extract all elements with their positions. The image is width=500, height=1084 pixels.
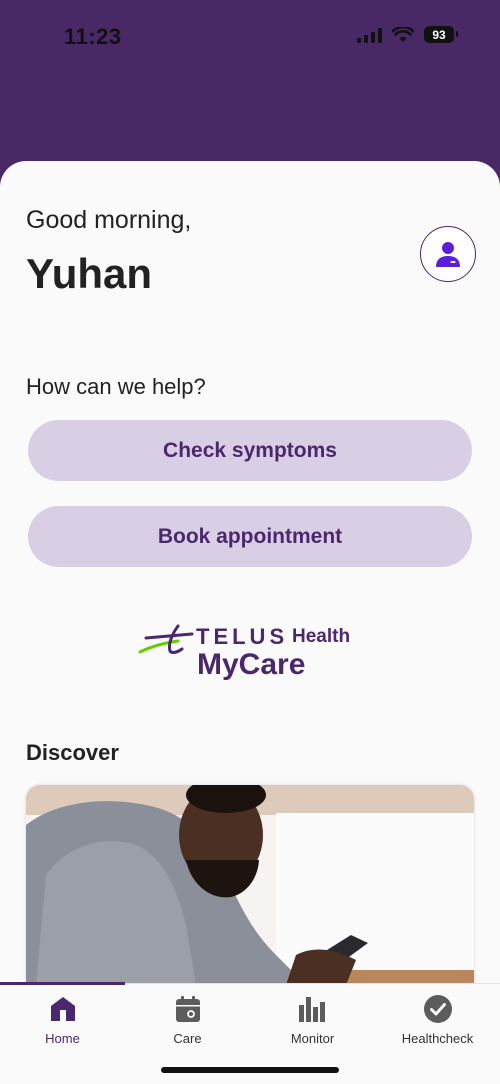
tab-healthcheck-label: Healthcheck xyxy=(401,1031,474,1046)
status-bar: 11:23 93 xyxy=(0,0,500,76)
user-name: Yuhan xyxy=(26,250,153,297)
status-icons: 93 xyxy=(357,26,458,43)
tab-home[interactable]: Home xyxy=(0,984,125,1054)
book-appointment-button[interactable]: Book appointment xyxy=(28,506,472,567)
logo-brand: TELUS xyxy=(196,624,289,649)
check-circle-icon xyxy=(423,995,452,1023)
bar-chart-icon xyxy=(298,997,325,1022)
greeting-salutation: Good morning, xyxy=(26,206,192,234)
home-icon xyxy=(50,997,75,1021)
tab-care[interactable]: Care xyxy=(125,984,250,1054)
profile-button[interactable] xyxy=(420,226,476,282)
logo-product: MyCare xyxy=(197,648,306,681)
tab-home-label: Home xyxy=(45,1031,80,1046)
discover-heading: Discover xyxy=(26,740,119,765)
telus-health-mycare-logo: TELUS Health MyCare xyxy=(138,618,368,684)
tab-monitor-label: Monitor xyxy=(290,1031,335,1046)
cellular-signal-icon xyxy=(357,27,382,43)
check-symptoms-button[interactable]: Check symptoms xyxy=(28,420,472,481)
user-icon xyxy=(436,242,460,267)
home-indicator[interactable] xyxy=(161,1067,339,1073)
tab-care-label: Care xyxy=(173,1031,202,1046)
discover-article-card[interactable] xyxy=(26,785,474,985)
tab-monitor[interactable]: Monitor xyxy=(250,984,375,1054)
telus-swoosh-icon xyxy=(138,624,194,654)
wifi-icon xyxy=(392,26,414,42)
status-time: 11:23 xyxy=(64,24,122,49)
tab-healthcheck[interactable]: Healthcheck xyxy=(375,984,500,1054)
help-heading: How can we help? xyxy=(26,374,206,399)
logo-brand-suffix: Health xyxy=(292,626,351,647)
battery-icon: 93 xyxy=(424,26,458,43)
article-photo xyxy=(26,785,474,985)
calendar-icon xyxy=(175,996,200,1022)
